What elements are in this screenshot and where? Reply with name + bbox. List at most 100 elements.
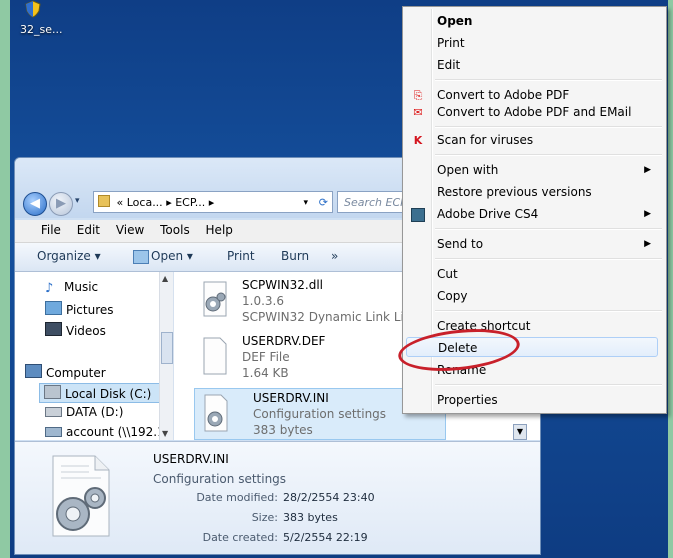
scroll-thumb[interactable]	[161, 332, 173, 364]
menu-separator	[435, 310, 662, 312]
file-icon	[203, 337, 227, 375]
menu-item-label: Adobe Drive CS4	[437, 207, 539, 221]
menu-separator	[435, 228, 662, 230]
file-item[interactable]: USERDRV.DEF DEF File 1.64 KB	[184, 332, 424, 384]
folder-icon	[98, 195, 110, 207]
open-button[interactable]: Open ▾	[151, 249, 193, 263]
breadcrumb-local[interactable]: Loca...	[127, 196, 163, 209]
details-file-name: USERDRV.INI	[153, 452, 229, 466]
back-button[interactable]: ◀	[23, 192, 47, 216]
file-type: DEF File	[242, 350, 290, 364]
desktop-shortcut[interactable]: 32_se...	[20, 0, 80, 36]
pictures-icon	[45, 301, 62, 315]
file-name: USERDRV.DEF	[242, 334, 326, 348]
nav-item-label: Computer	[46, 366, 106, 380]
shield-icon	[25, 0, 41, 18]
menu-separator	[435, 126, 662, 128]
file-name: USERDRV.INI	[253, 391, 329, 405]
antivirus-icon: K	[413, 134, 423, 147]
menu-item-edit[interactable]: Edit	[437, 55, 657, 75]
file-size: 1.64 KB	[242, 366, 289, 380]
print-button[interactable]: Print	[227, 249, 255, 263]
menu-item-label: Send to	[437, 237, 484, 251]
menu-item-restore-versions[interactable]: Restore previous versions	[437, 182, 657, 202]
pdf-icon: ⎘	[413, 89, 423, 102]
file-version: 1.0.3.6	[242, 294, 284, 308]
nav-item-computer[interactable]: Computer	[25, 364, 106, 380]
nav-item-music[interactable]: ♪ Music	[45, 280, 98, 295]
menu-edit[interactable]: Edit	[71, 220, 106, 240]
details-pane: USERDRV.INI Configuration settings Date …	[15, 441, 540, 554]
refresh-icon[interactable]: ⟳	[319, 192, 328, 214]
file-type: Configuration settings	[253, 407, 387, 421]
menu-item-convert-pdf-email[interactable]: Convert to Adobe PDF and EMail	[437, 102, 657, 122]
file-item[interactable]: SCPWIN32.dll 1.0.3.6 SCPWIN32 Dynamic Li…	[184, 276, 424, 328]
organize-button[interactable]: Organize ▾	[37, 249, 101, 263]
menu-item-print[interactable]: Print	[437, 33, 657, 53]
address-dropdown-icon[interactable]: ▾	[303, 192, 308, 214]
submenu-arrow-icon: ▶	[644, 239, 651, 249]
details-modified-value: 28/2/2554 23:40	[283, 491, 375, 504]
open-app-icon	[133, 250, 149, 264]
details-file-type: Configuration settings	[153, 472, 287, 486]
drive-icon	[45, 407, 62, 417]
nav-item-data-drive[interactable]: DATA (D:)	[45, 405, 123, 419]
details-modified-label: Date modified:	[196, 491, 278, 504]
scroll-down-icon[interactable]: ▼	[162, 429, 168, 438]
more-commands-button[interactable]: »	[331, 249, 338, 263]
nav-item-label: Local Disk (C:)	[65, 387, 152, 401]
scroll-up-icon[interactable]: ▲	[162, 274, 168, 283]
drive-icon	[44, 385, 61, 399]
menu-help[interactable]: Help	[200, 220, 239, 240]
burn-button[interactable]: Burn	[281, 249, 309, 263]
nav-item-local-disk[interactable]: Local Disk (C:)	[39, 383, 165, 403]
details-size-value: 383 bytes	[283, 511, 338, 524]
nav-item-label: Pictures	[66, 303, 114, 317]
settings-file-icon	[204, 394, 228, 432]
computer-icon	[25, 364, 42, 378]
nav-item-videos[interactable]: Videos	[45, 322, 106, 338]
videos-icon	[45, 322, 62, 336]
menu-item-send-to[interactable]: Send to ▶	[437, 234, 657, 254]
menu-separator	[435, 79, 662, 81]
breadcrumb-arrow[interactable]: ▸	[209, 196, 215, 209]
nav-item-label: DATA (D:)	[66, 405, 124, 419]
scroll-down-icon[interactable]: ▼	[513, 424, 527, 440]
menu-item-open[interactable]: Open	[437, 11, 657, 31]
music-icon: ♪	[45, 281, 54, 296]
menu-item-label: Open with	[437, 163, 499, 177]
menu-item-adobe-drive[interactable]: Adobe Drive CS4 ▶	[437, 204, 657, 224]
file-description: SCPWIN32 Dynamic Link Libr	[242, 310, 417, 324]
menu-separator	[435, 258, 662, 260]
nav-item-pictures[interactable]: Pictures	[45, 301, 114, 317]
dll-icon	[203, 281, 227, 317]
forward-button[interactable]: ▶	[49, 192, 73, 216]
file-name: SCPWIN32.dll	[242, 278, 323, 292]
menu-tools[interactable]: Tools	[154, 220, 196, 240]
adobe-drive-icon	[411, 208, 425, 222]
menu-separator	[435, 154, 662, 156]
breadcrumb-arrow[interactable]: ▸	[166, 196, 172, 209]
recent-pages-dropdown[interactable]: ▾	[75, 196, 80, 206]
menu-item-open-with[interactable]: Open with ▶	[437, 160, 657, 180]
menu-view[interactable]: View	[110, 220, 150, 240]
nav-item-label: Videos	[66, 324, 106, 338]
nav-item-label: account (\\192.16	[66, 425, 173, 439]
menu-separator	[435, 384, 662, 386]
nav-scrollbar[interactable]: ▲ ▼	[159, 272, 173, 440]
breadcrumb-chevron: «	[116, 196, 124, 209]
submenu-arrow-icon: ▶	[644, 165, 651, 175]
details-size-label: Size:	[251, 511, 278, 524]
menu-item-cut[interactable]: Cut	[437, 264, 657, 284]
menu-item-properties[interactable]: Properties	[437, 390, 657, 410]
submenu-arrow-icon: ▶	[644, 209, 651, 219]
breadcrumb-ecp[interactable]: ECP...	[175, 196, 205, 209]
network-drive-icon	[45, 427, 62, 437]
nav-item-label: Music	[64, 280, 99, 294]
address-box[interactable]: « Loca... ▸ ECP... ▸ ▾ ⟳	[93, 191, 333, 213]
nav-item-account-share[interactable]: account (\\192.16	[45, 425, 172, 439]
menu-item-copy[interactable]: Copy	[437, 286, 657, 306]
menu-item-scan-viruses[interactable]: Scan for viruses	[437, 130, 657, 150]
menu-file[interactable]: File	[35, 220, 67, 240]
settings-file-icon	[52, 455, 110, 537]
